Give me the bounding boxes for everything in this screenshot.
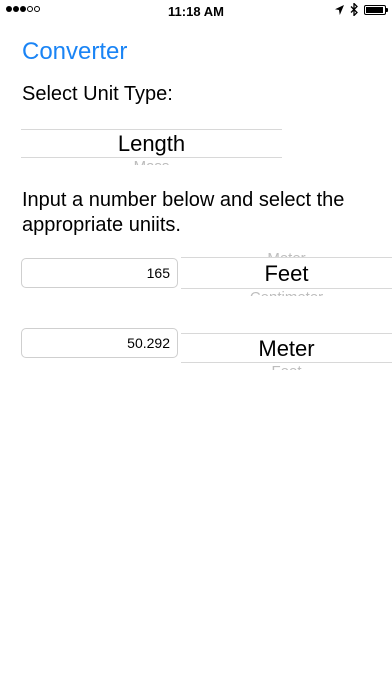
status-time: 11:18 AM bbox=[168, 4, 224, 19]
location-arrow-icon bbox=[335, 4, 344, 15]
from-unit-option-above: Meter bbox=[181, 250, 392, 257]
to-unit-option-below: Feet bbox=[181, 363, 392, 370]
page-title: Converter bbox=[22, 38, 128, 65]
battery-icon bbox=[364, 4, 388, 15]
instruction-text: Input a number below and select the appr… bbox=[22, 189, 345, 236]
unit-type-selected: Length bbox=[117, 131, 186, 156]
from-unit-picker[interactable]: Meter Feet Centimeter bbox=[181, 250, 392, 296]
unit-type-option-below: Mass bbox=[21, 158, 282, 165]
battery-fill bbox=[366, 6, 384, 13]
input-number-field[interactable] bbox=[21, 258, 178, 288]
status-icons bbox=[335, 3, 388, 16]
from-unit-option-below: Centimeter bbox=[181, 289, 392, 296]
output-number-field[interactable] bbox=[21, 328, 178, 358]
to-unit-picker[interactable]: Meter Feet bbox=[181, 333, 392, 370]
from-unit-selected: Feet bbox=[264, 261, 309, 286]
bluetooth-icon bbox=[350, 3, 358, 16]
status-bar: 11:18 AM bbox=[0, 0, 392, 22]
unit-type-label: Select Unit Type: bbox=[22, 83, 173, 105]
unit-type-picker[interactable]: Length Mass bbox=[21, 129, 282, 165]
to-unit-selected: Meter bbox=[258, 336, 315, 361]
